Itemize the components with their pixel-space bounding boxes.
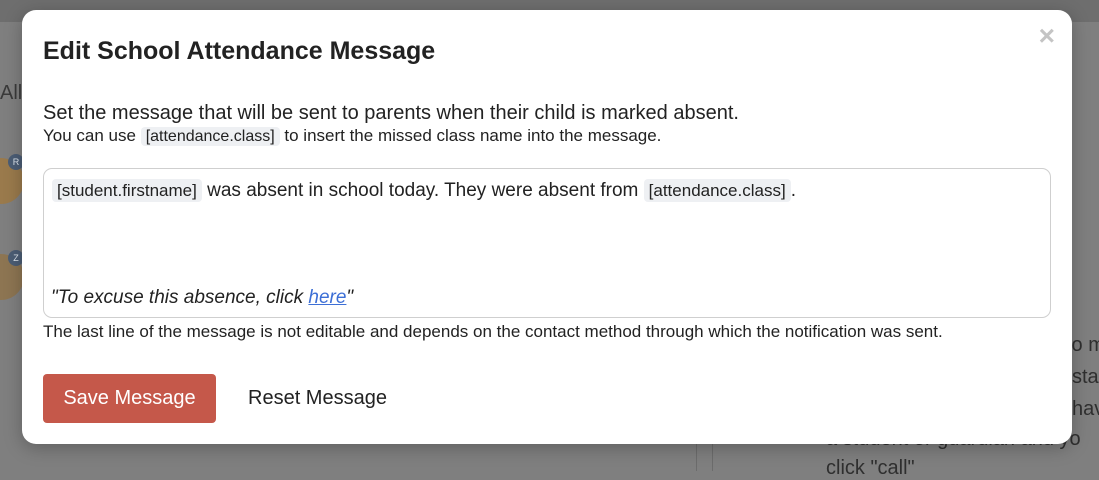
message-editor[interactable]: [student.firstname] was absent in school… [43, 168, 1051, 318]
message-end[interactable]: . [791, 180, 796, 201]
close-icon[interactable]: × [1039, 22, 1055, 50]
save-message-button[interactable]: Save Message [43, 374, 216, 423]
student-firstname-token[interactable]: [student.firstname] [52, 179, 202, 202]
attendance-class-token[interactable]: [attendance.class] [643, 179, 791, 202]
background-divider [696, 444, 697, 471]
message-footer: "To excuse this absence, click here" [51, 287, 353, 309]
message-body[interactable]: [student.firstname] was absent in school… [52, 179, 796, 202]
instructions-hint: You can use [attendance.class] to insert… [43, 126, 661, 146]
hint-prefix: You can use [43, 126, 136, 145]
background-text: All [0, 82, 23, 104]
modal-title: Edit School Attendance Message [43, 37, 436, 65]
edit-attendance-message-modal: × Edit School Attendance Message Set the… [22, 10, 1072, 444]
background-text: click "call" [826, 457, 915, 479]
background-divider [712, 444, 713, 471]
background-text: hav [1072, 398, 1099, 420]
hint-suffix: to insert the missed class name into the… [284, 126, 662, 145]
reset-message-button[interactable]: Reset Message [240, 374, 395, 423]
instructions-text: Set the message that will be sent to par… [43, 102, 739, 124]
message-text[interactable]: was absent in school today. They were ab… [207, 180, 638, 201]
background-text: star [1072, 366, 1099, 388]
attendance-class-token: [attendance.class] [140, 127, 280, 146]
footer-note: The last line of the message is not edit… [43, 322, 943, 341]
footer-prefix: "To excuse this absence, click [51, 287, 309, 308]
excuse-absence-link[interactable]: here [308, 287, 346, 308]
footer-suffix: " [346, 287, 354, 308]
